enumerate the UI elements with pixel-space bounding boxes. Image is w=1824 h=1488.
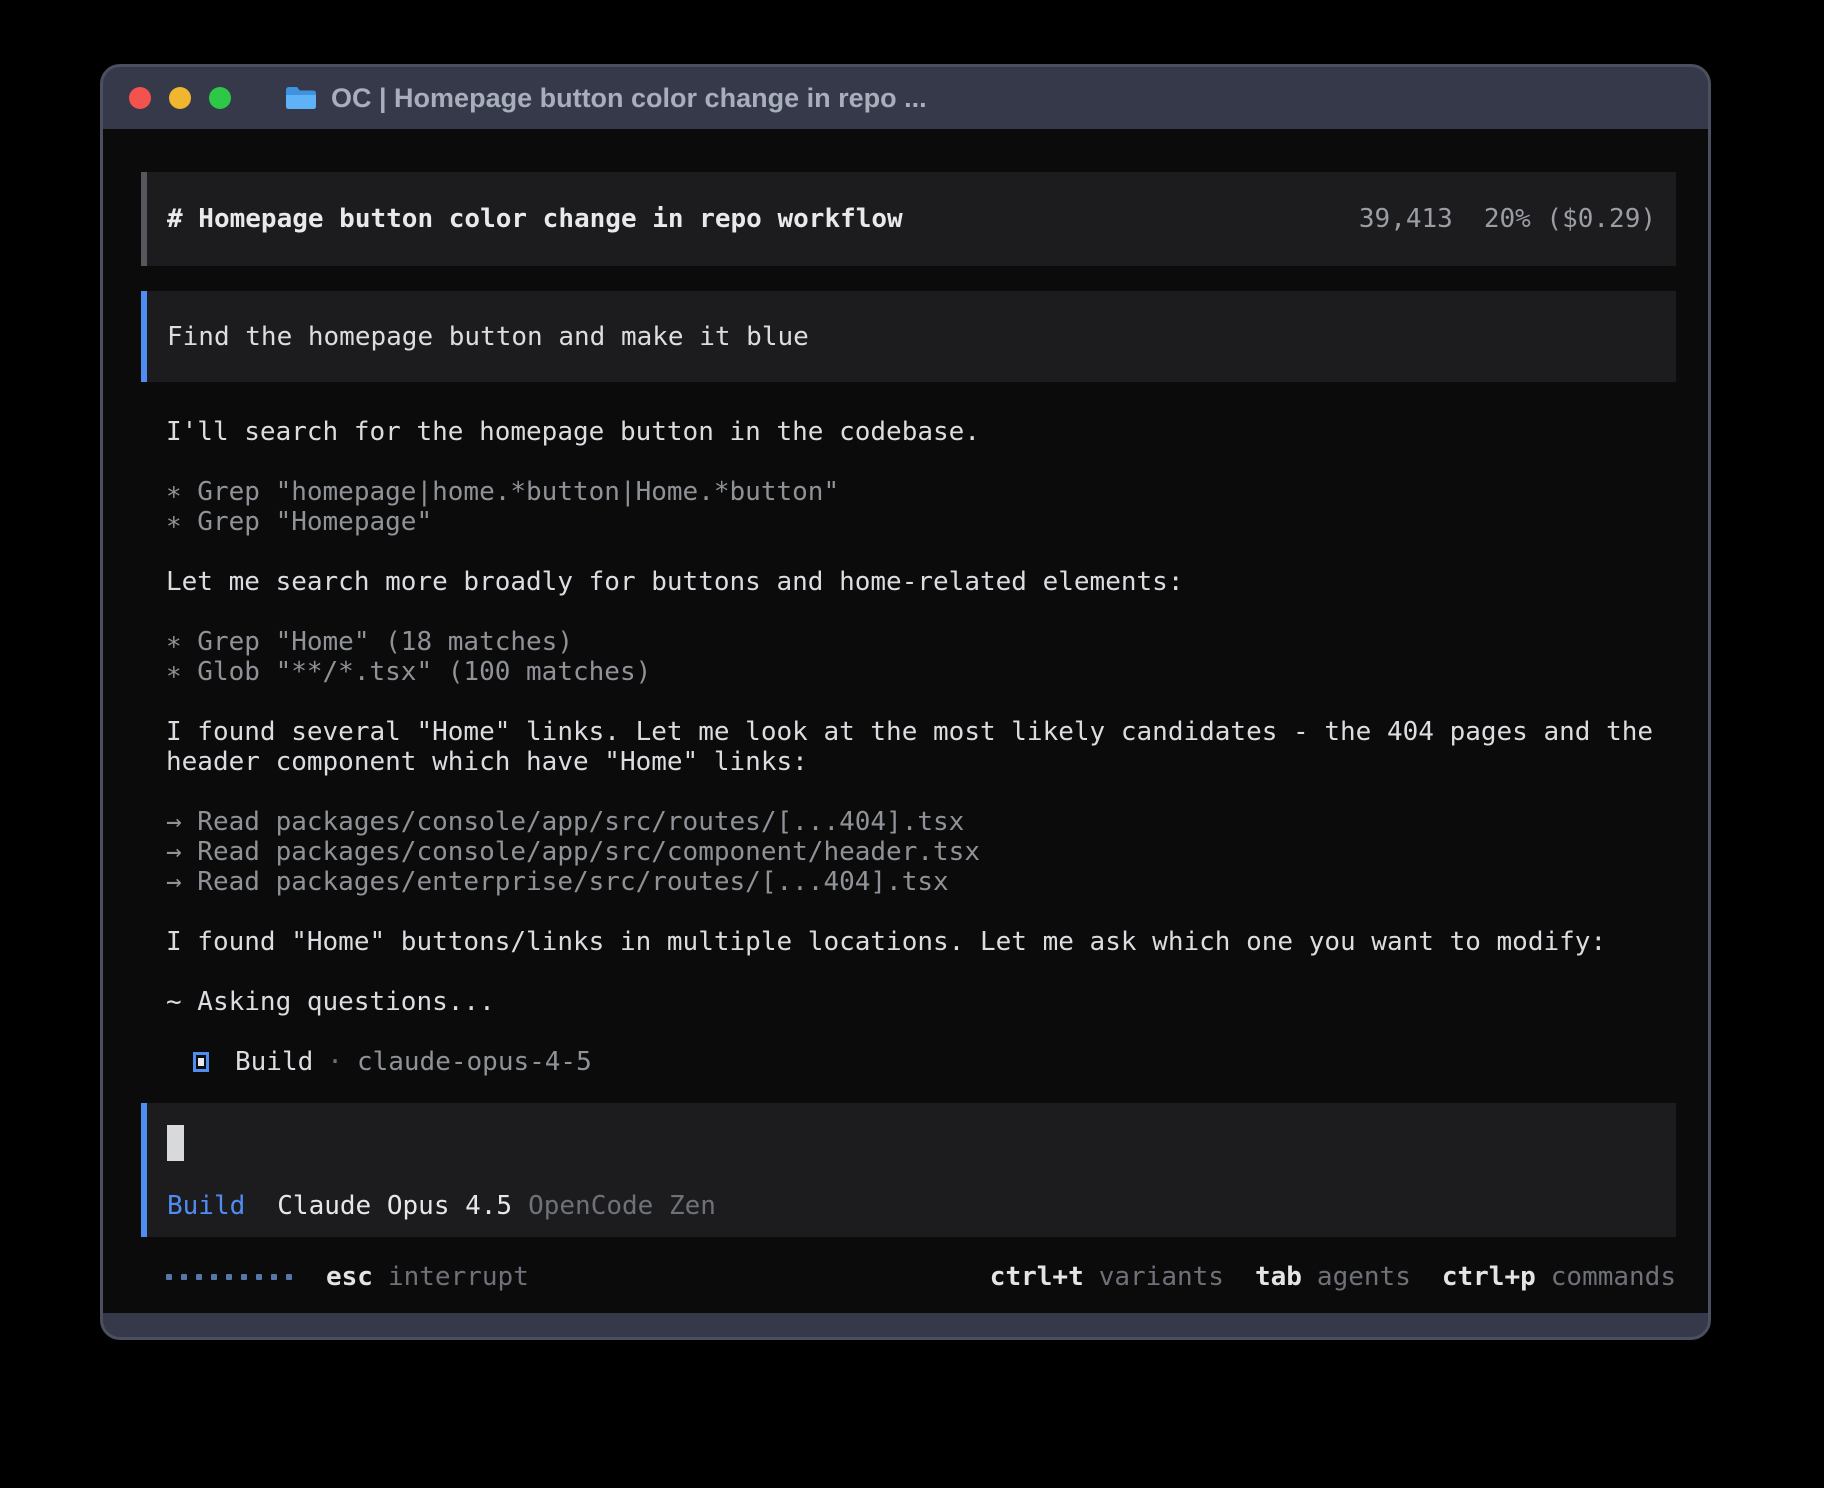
key-hint-agents: tab agents <box>1255 1262 1411 1292</box>
assistant-text-line: I'll search for the homepage button in t… <box>166 417 1676 447</box>
titlebar[interactable]: OC | Homepage button color change in rep… <box>103 67 1708 129</box>
spinner-dot <box>181 1274 187 1280</box>
assistant-text-line: Let me search more broadly for buttons a… <box>166 567 1676 597</box>
assistant-paragraph: ~ Asking questions... <box>166 987 1676 1017</box>
assistant-paragraph: I'll search for the homepage button in t… <box>166 417 1676 447</box>
session-header: # Homepage button color change in repo w… <box>141 172 1676 266</box>
spinner-dot <box>226 1274 232 1280</box>
tool-call-line: → Read packages/enterprise/src/routes/[.… <box>166 867 1676 897</box>
statusbar-hints: ctrl+t variants tab agents ctrl+p commands <box>990 1262 1676 1292</box>
minimize-button[interactable] <box>169 87 191 109</box>
prompt-input[interactable]: Build Claude Opus 4.5 OpenCode Zen <box>141 1103 1676 1237</box>
statusbar: esc interrupt ctrl+tvariantstabagentsctr… <box>141 1262 1676 1292</box>
assistant-text-line: I found "Home" buttons/links in multiple… <box>166 927 1676 957</box>
mode-label: Build <box>167 1191 245 1221</box>
agent-name: Build <box>235 1047 313 1077</box>
terminal-window: OC | Homepage button color change in rep… <box>100 64 1711 1340</box>
hint-key: ctrl+p <box>1442 1262 1536 1292</box>
tool-call-line: ∗ Grep "homepage|home.*button|Home.*butt… <box>166 477 1676 507</box>
folder-icon <box>285 85 317 111</box>
close-button[interactable] <box>129 87 151 109</box>
context-usage-cost: 20% ($0.29) <box>1484 204 1656 234</box>
spinner <box>166 1274 292 1280</box>
spinner-dot <box>166 1274 172 1280</box>
spinner-dot <box>196 1274 202 1280</box>
zoom-button[interactable] <box>209 87 231 109</box>
assistant-paragraph: I found several "Home" links. Let me loo… <box>166 717 1676 777</box>
model-label: Claude Opus 4.5 <box>277 1191 512 1221</box>
tool-call-line: ∗ Grep "Homepage" <box>166 507 1676 537</box>
spinner-dot <box>256 1274 262 1280</box>
spinner-dot <box>211 1274 217 1280</box>
spinner-dot <box>286 1274 292 1280</box>
session-title: # Homepage button color change in repo w… <box>167 204 903 234</box>
assistant-text-line: I found several "Home" links. Let me loo… <box>166 717 1676 747</box>
assistant-paragraph: I found "Home" buttons/links in multiple… <box>166 927 1676 957</box>
spinner-dot <box>241 1274 247 1280</box>
hint-key: tab <box>1255 1262 1302 1292</box>
conversation: I'll search for the homepage button in t… <box>141 417 1676 1017</box>
hint-key: ctrl+t <box>990 1262 1084 1292</box>
tool-call-group: ∗ Grep "Home" (18 matches)∗ Glob "**/*.t… <box>166 627 1676 687</box>
spinner-dot <box>271 1274 277 1280</box>
agent-status-row: Build · claude-opus-4-5 <box>141 1047 1676 1077</box>
tool-call-group: → Read packages/console/app/src/routes/[… <box>166 807 1676 897</box>
token-count: 39,413 <box>1359 204 1453 234</box>
user-message: Find the homepage button and make it blu… <box>141 291 1676 382</box>
hint-label: agents <box>1317 1262 1411 1292</box>
terminal-content: # Homepage button color change in repo w… <box>103 129 1708 1313</box>
key-hint-commands: ctrl+p commands <box>1442 1262 1676 1292</box>
esc-key-label: interrupt <box>388 1262 529 1292</box>
text-cursor <box>167 1125 184 1161</box>
esc-key-hint: esc <box>326 1262 373 1292</box>
session-stats: 39,413 20% ($0.29) <box>1359 204 1656 234</box>
input-status-row: Build Claude Opus 4.5 OpenCode Zen <box>167 1191 716 1221</box>
user-message-text: Find the homepage button and make it blu… <box>167 322 809 352</box>
tool-call-line: → Read packages/console/app/src/routes/[… <box>166 807 1676 837</box>
statusbar-left: esc interrupt <box>166 1262 529 1292</box>
separator-dot: · <box>327 1047 343 1077</box>
window-controls <box>129 87 249 109</box>
hint-label: commands <box>1551 1262 1676 1292</box>
assistant-text-line: header component which have "Home" links… <box>166 747 1676 777</box>
agent-model: claude-opus-4-5 <box>357 1047 592 1077</box>
mode-square-icon <box>193 1052 209 1072</box>
provider-label: OpenCode Zen <box>528 1191 716 1221</box>
key-hint-variants: ctrl+t variants <box>990 1262 1224 1292</box>
tool-call-group: ∗ Grep "homepage|home.*button|Home.*butt… <box>166 477 1676 537</box>
assistant-text-line: ~ Asking questions... <box>166 987 1676 1017</box>
assistant-paragraph: Let me search more broadly for buttons a… <box>166 567 1676 597</box>
window-title: OC | Homepage button color change in rep… <box>331 83 927 114</box>
tool-call-line: → Read packages/console/app/src/componen… <box>166 837 1676 867</box>
tool-call-line: ∗ Glob "**/*.tsx" (100 matches) <box>166 657 1676 687</box>
tool-call-line: ∗ Grep "Home" (18 matches) <box>166 627 1676 657</box>
hint-label: variants <box>1099 1262 1224 1292</box>
